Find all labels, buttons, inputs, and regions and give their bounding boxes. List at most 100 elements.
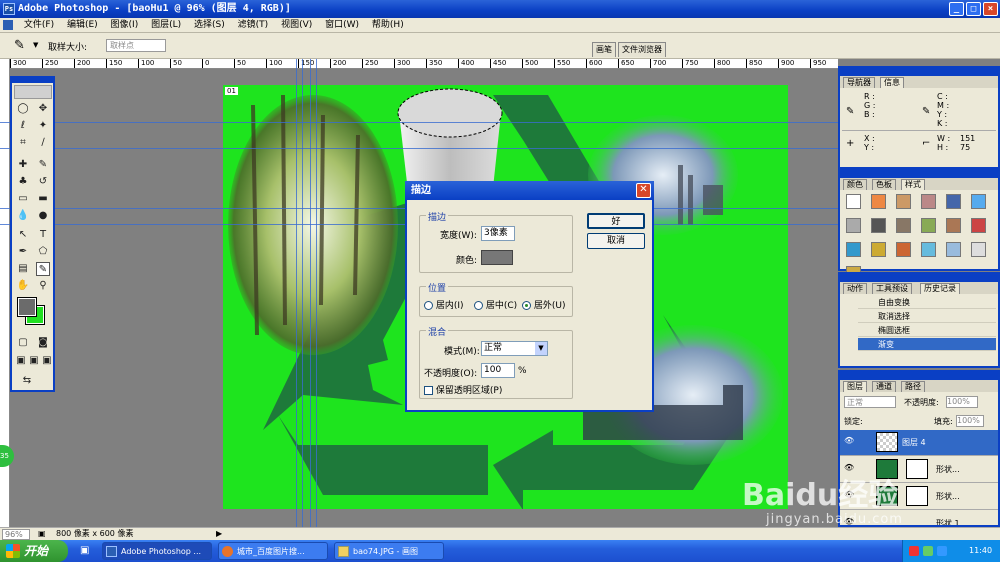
- tab-brushes[interactable]: 画笔: [592, 42, 616, 57]
- dialog-titlebar[interactable]: 描边 ✕: [405, 181, 654, 200]
- task-paint[interactable]: bao74.JPG - 画图: [334, 542, 444, 560]
- menu-layer[interactable]: 图层(L): [146, 18, 186, 33]
- eye-icon[interactable]: 👁: [844, 463, 854, 472]
- ok-button[interactable]: 好: [587, 213, 645, 229]
- maximize-button[interactable]: □: [966, 2, 981, 16]
- menu-select[interactable]: 选择(S): [189, 18, 230, 33]
- close-icon[interactable]: ✕: [636, 183, 651, 198]
- style-swatch[interactable]: [921, 218, 936, 233]
- style-swatch[interactable]: [896, 218, 911, 233]
- menu-edit[interactable]: 编辑(E): [62, 18, 103, 33]
- sample-size-select[interactable]: 取样点: [106, 39, 166, 52]
- fill-field[interactable]: 100%: [956, 415, 984, 427]
- palette-titlebar[interactable]: [840, 372, 998, 380]
- opacity-input[interactable]: 100: [481, 363, 515, 378]
- document-icon[interactable]: [3, 20, 13, 30]
- tab-color[interactable]: 颜色: [843, 179, 867, 190]
- history-item[interactable]: 渐变: [858, 338, 996, 351]
- palette-titlebar[interactable]: [840, 274, 998, 282]
- lasso-tool-icon[interactable]: ℓ: [16, 119, 30, 133]
- quickmask-mode-icon[interactable]: ◙: [36, 336, 50, 350]
- style-swatch[interactable]: [846, 218, 861, 233]
- history-brush-icon[interactable]: ↺: [36, 175, 50, 189]
- notes-tool-icon[interactable]: ▤: [16, 262, 30, 276]
- marquee-tool-icon[interactable]: ◯: [16, 102, 30, 116]
- style-swatch[interactable]: [846, 194, 861, 209]
- palette-titlebar[interactable]: [840, 170, 998, 178]
- start-button[interactable]: 开始: [0, 540, 68, 562]
- guide-vertical[interactable]: [296, 59, 297, 527]
- tab-navigator[interactable]: 导航器: [843, 77, 875, 88]
- style-swatch[interactable]: [971, 242, 986, 257]
- style-swatch[interactable]: [846, 242, 861, 257]
- tab-channels[interactable]: 通道: [872, 381, 896, 392]
- tab-history[interactable]: 历史记录: [920, 283, 960, 294]
- layer-row[interactable]: 👁 图层 4: [840, 430, 998, 456]
- chevron-right-icon[interactable]: ▶: [216, 528, 222, 540]
- zoom-tool-icon[interactable]: ⚲: [36, 279, 50, 293]
- dodge-tool-icon[interactable]: ●: [36, 209, 50, 223]
- style-swatch[interactable]: [946, 242, 961, 257]
- path-select-icon[interactable]: ↖: [16, 228, 30, 242]
- guide-vertical[interactable]: [302, 59, 303, 527]
- adobe-online-icon[interactable]: [14, 85, 52, 99]
- guide-vertical[interactable]: [310, 59, 311, 527]
- jump-to-imageready-icon[interactable]: ⇆: [20, 374, 34, 388]
- blend-mode-select[interactable]: 正常: [844, 396, 896, 408]
- screen-mode-icon[interactable]: ▣: [14, 354, 28, 368]
- style-swatch[interactable]: [946, 218, 961, 233]
- menu-help[interactable]: 帮助(H): [367, 18, 409, 33]
- pen-tool-icon[interactable]: ✒: [16, 245, 30, 259]
- tab-actions[interactable]: 动作: [843, 283, 867, 294]
- menu-view[interactable]: 视图(V): [276, 18, 317, 33]
- hand-tool-icon[interactable]: ✋: [16, 279, 30, 293]
- blur-tool-icon[interactable]: 💧: [16, 209, 30, 223]
- guide-vertical[interactable]: [316, 59, 317, 527]
- style-swatch[interactable]: [946, 194, 961, 209]
- stroke-color-swatch[interactable]: [481, 250, 513, 265]
- preserve-transparency-checkbox[interactable]: 保留透明区域(P): [424, 383, 502, 396]
- chevron-down-icon[interactable]: ▼: [535, 342, 547, 355]
- tray-network-icon[interactable]: [937, 546, 947, 556]
- menu-window[interactable]: 窗口(W): [320, 18, 364, 33]
- slice-tool-icon[interactable]: ∕: [36, 136, 50, 150]
- foreground-color-swatch[interactable]: [17, 297, 37, 317]
- radio-outside[interactable]: 居外(U): [522, 298, 566, 311]
- eyedropper-tool-icon[interactable]: ✎: [36, 262, 50, 276]
- tab-styles[interactable]: 样式: [901, 179, 925, 190]
- close-button[interactable]: ×: [983, 2, 998, 16]
- type-tool-icon[interactable]: T: [36, 228, 50, 242]
- opacity-field[interactable]: 100%: [946, 396, 978, 408]
- crop-tool-icon[interactable]: ⌗: [16, 136, 30, 150]
- brush-tool-icon[interactable]: ✎: [36, 158, 50, 172]
- task-browser[interactable]: 城市_百度图片搜...: [218, 542, 328, 560]
- history-item[interactable]: 椭圆选框: [858, 324, 996, 337]
- tab-layers[interactable]: 图层: [843, 381, 867, 392]
- floating-badge[interactable]: 35: [0, 445, 14, 467]
- move-tool-icon[interactable]: ✥: [36, 102, 50, 116]
- show-desktop-icon[interactable]: ▣: [80, 545, 89, 556]
- history-item[interactable]: 自由变换: [858, 296, 996, 309]
- screen-mode-black-icon[interactable]: ▣: [40, 354, 54, 368]
- style-swatch[interactable]: [971, 218, 986, 233]
- style-swatch[interactable]: [921, 242, 936, 257]
- eyedropper-icon[interactable]: ✎: [14, 38, 25, 53]
- radio-center[interactable]: 居中(C): [474, 298, 517, 311]
- style-swatch[interactable]: [871, 242, 886, 257]
- tray-app-icon[interactable]: [909, 546, 919, 556]
- shape-tool-icon[interactable]: ⬠: [36, 245, 50, 259]
- eraser-tool-icon[interactable]: ▭: [16, 192, 30, 206]
- healing-brush-icon[interactable]: ✚: [16, 158, 30, 172]
- screen-mode-full-icon[interactable]: ▣: [27, 354, 41, 368]
- chevron-down-icon[interactable]: ▼: [33, 41, 38, 49]
- style-swatch[interactable]: [871, 194, 886, 209]
- style-swatch[interactable]: [896, 242, 911, 257]
- magic-wand-icon[interactable]: ✦: [36, 119, 50, 133]
- toolbox-titlebar[interactable]: [12, 78, 53, 83]
- minimize-button[interactable]: _: [949, 2, 964, 16]
- clone-stamp-icon[interactable]: ♣: [16, 175, 30, 189]
- palette-titlebar[interactable]: [840, 68, 998, 76]
- tab-swatches[interactable]: 色板: [872, 179, 896, 190]
- tab-info[interactable]: 信息: [880, 77, 904, 88]
- task-photoshop[interactable]: Adobe Photoshop ...: [102, 542, 212, 560]
